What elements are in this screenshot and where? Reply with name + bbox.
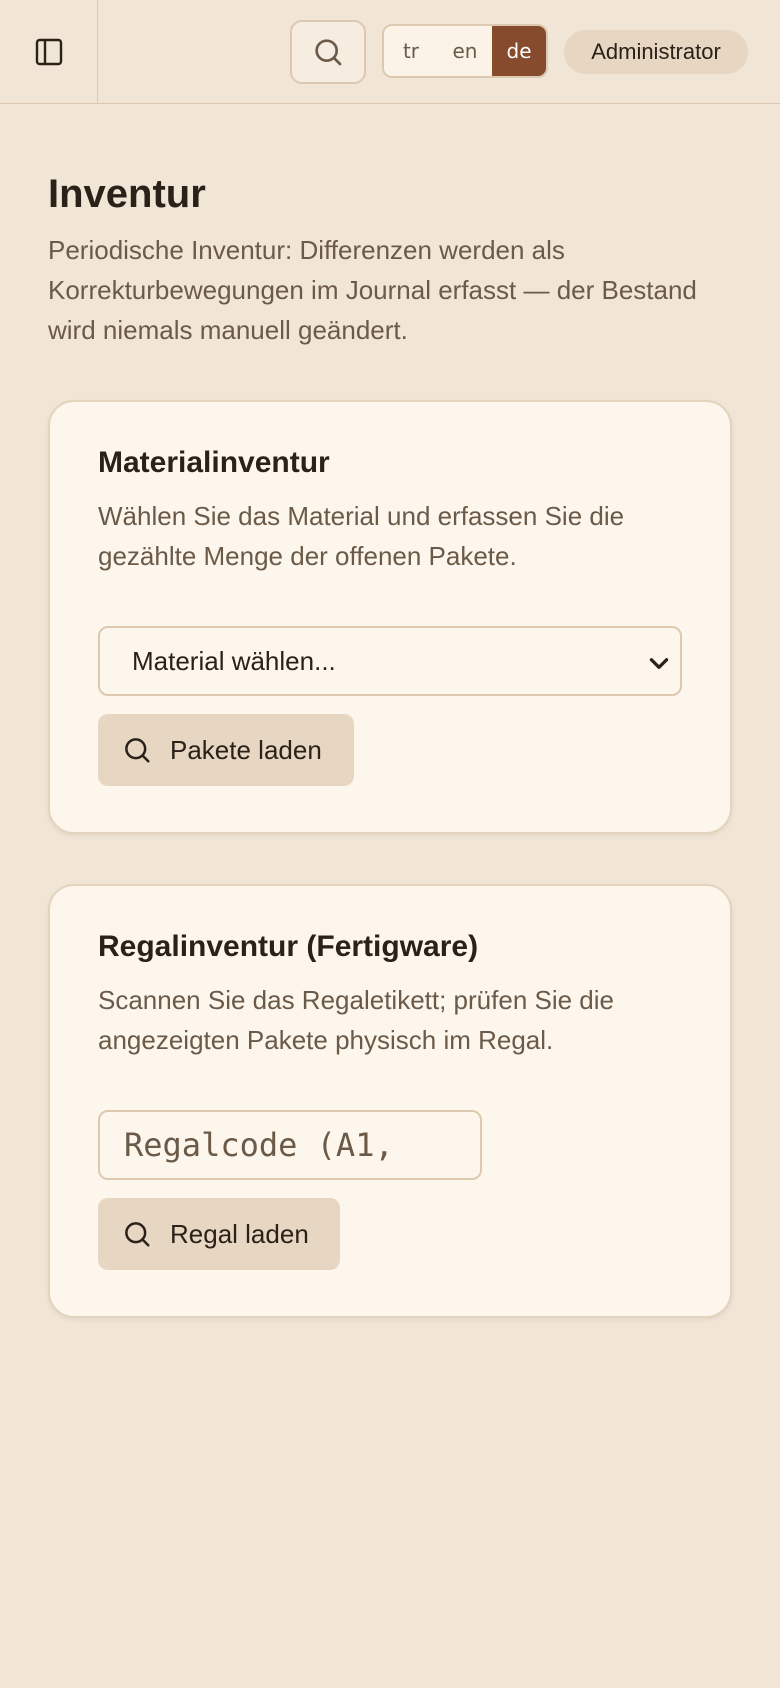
search-icon <box>125 738 150 763</box>
language-switcher: tr en de <box>382 24 548 78</box>
chevron-down-icon <box>649 658 669 669</box>
lang-option-tr[interactable]: tr <box>384 26 438 76</box>
load-packages-label: Pakete laden <box>170 734 322 765</box>
page-description: Periodische Inventur: Differenzen werden… <box>48 235 697 345</box>
material-select-value: Material wählen... <box>132 645 336 676</box>
search-button[interactable] <box>290 20 366 84</box>
page-title: Inventur <box>48 172 206 216</box>
material-select[interactable]: Material wählen... <box>98 626 682 696</box>
shelf-code-placeholder: Regalcode (A1, <box>124 1126 394 1164</box>
material-card-title: Materialinventur <box>98 446 330 479</box>
user-badge[interactable]: Administrator <box>564 30 748 74</box>
load-shelf-label: Regal laden <box>170 1218 309 1249</box>
load-shelf-button[interactable]: Regal laden <box>98 1198 340 1270</box>
lang-option-de[interactable]: de <box>492 26 546 76</box>
shelf-card-description: Scannen Sie das Regaletikett; prüfen Sie… <box>98 985 615 1055</box>
lang-option-en[interactable]: en <box>438 26 492 76</box>
shelf-card-title: Regalinventur (Fertigware) <box>98 930 479 963</box>
material-card-description: Wählen Sie das Material und erfassen Sie… <box>98 501 625 571</box>
sidebar-toggle-icon <box>35 38 62 65</box>
search-icon <box>125 1222 150 1247</box>
load-packages-button[interactable]: Pakete laden <box>98 714 354 786</box>
search-icon <box>315 39 342 66</box>
top-bar: tr en de Administrator <box>0 0 780 104</box>
material-inventory-card: Materialinventur Wählen Sie das Material… <box>48 400 732 834</box>
shelf-inventory-card: Regalinventur (Fertigware) Scannen Sie d… <box>48 884 732 1318</box>
sidebar-toggle-button[interactable] <box>0 0 98 103</box>
shelf-code-input[interactable]: Regalcode (A1, <box>98 1110 482 1180</box>
